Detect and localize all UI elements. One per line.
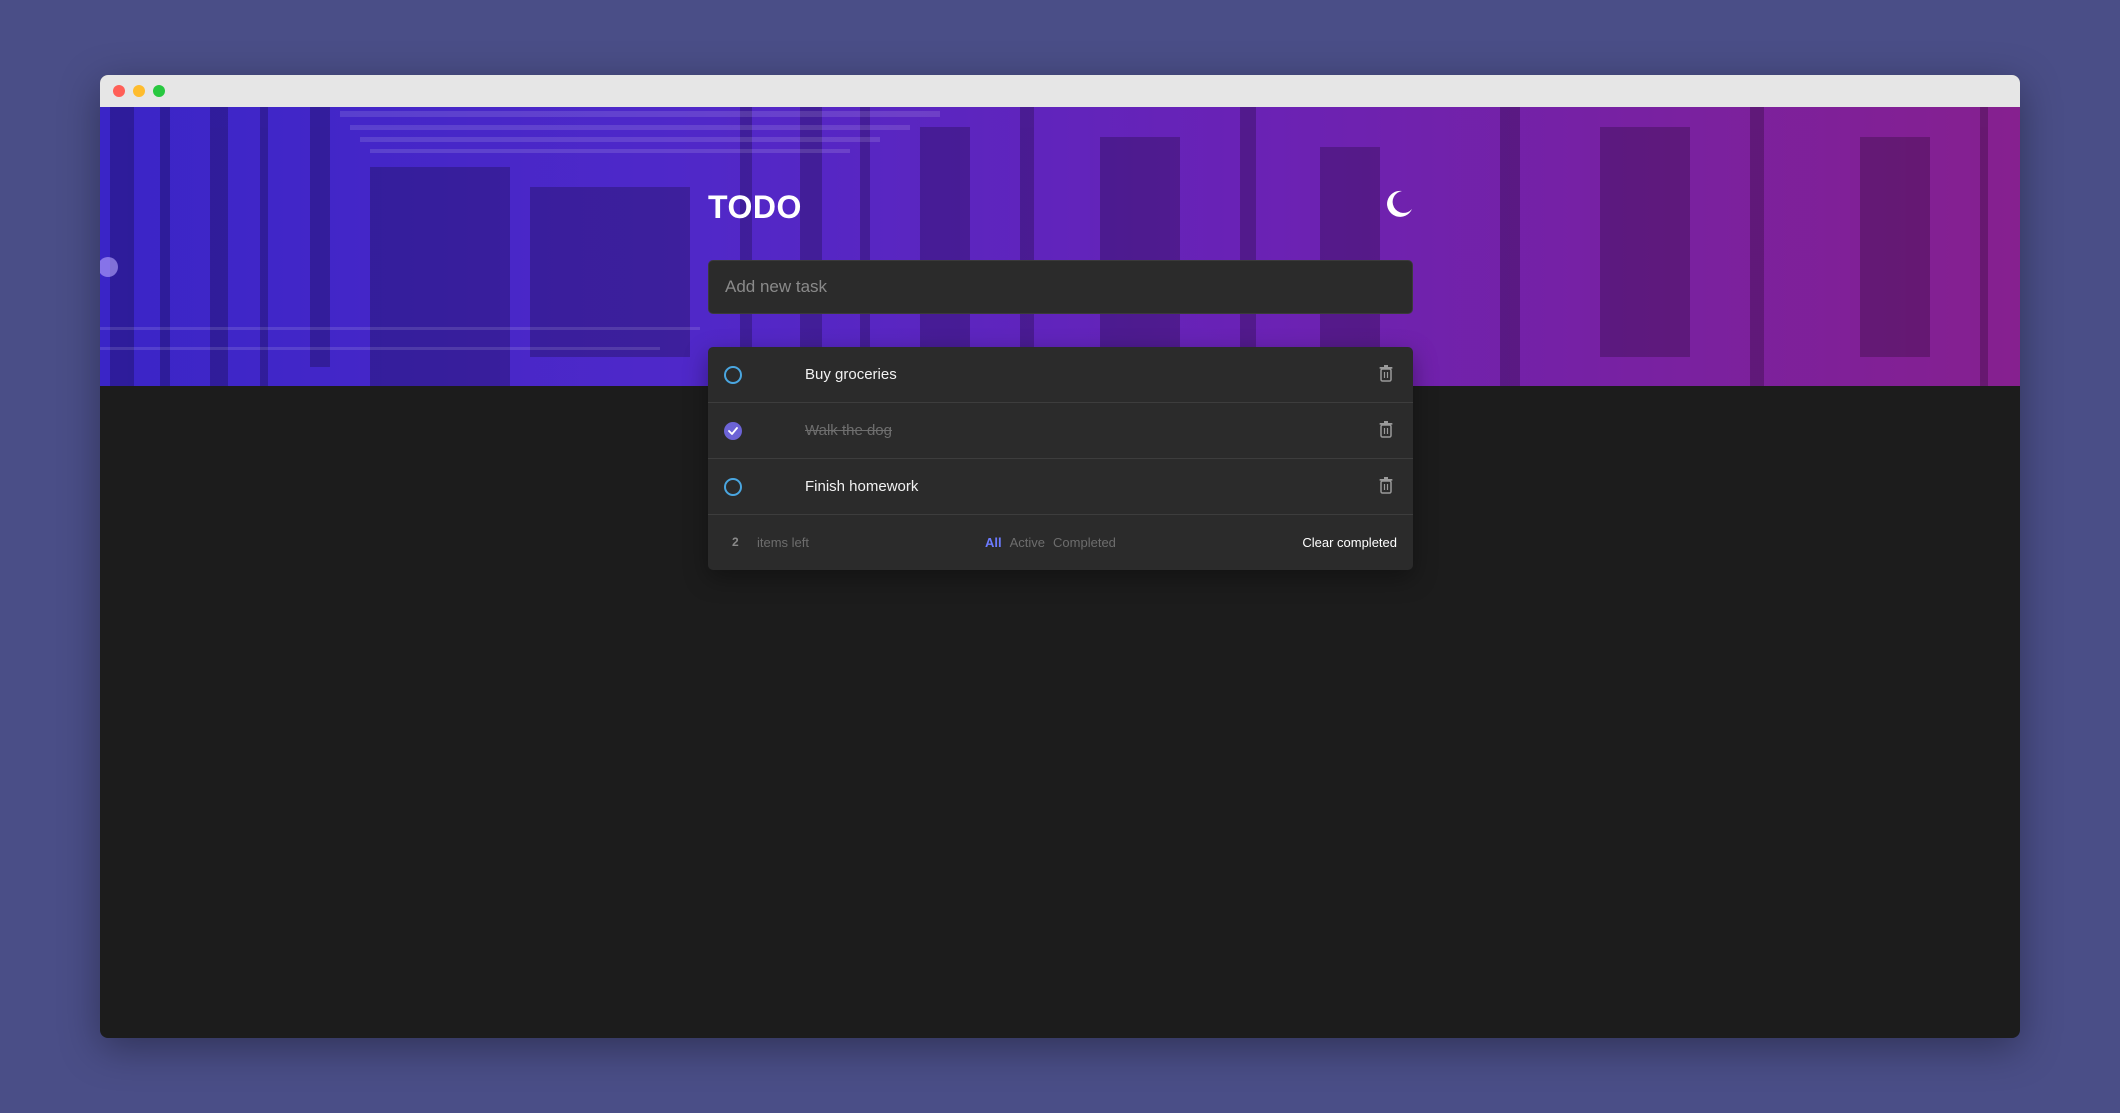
filter-active[interactable]: Active xyxy=(1010,535,1045,550)
maximize-window-button[interactable] xyxy=(153,85,165,97)
todo-text: Walk the dog xyxy=(805,422,892,439)
todo-item: Finish homework xyxy=(708,459,1413,515)
filter-tabs: All Active Completed xyxy=(985,535,1116,550)
todo-list: Buy groceries Walk the dog Finish homewo… xyxy=(708,347,1413,570)
trash-icon[interactable] xyxy=(1377,364,1395,384)
items-left-count: 2 xyxy=(732,535,739,549)
minimize-window-button[interactable] xyxy=(133,85,145,97)
new-task-input[interactable] xyxy=(708,260,1413,314)
todo-checkbox[interactable] xyxy=(724,366,742,384)
todo-item: Walk the dog xyxy=(708,403,1413,459)
app-window: TODO Buy groceries Walk the dog xyxy=(100,75,2020,1038)
todo-text: Buy groceries xyxy=(805,366,897,383)
checkmark-icon xyxy=(728,427,738,435)
trash-icon[interactable] xyxy=(1377,476,1395,496)
todo-text: Finish homework xyxy=(805,478,919,495)
clear-completed-button[interactable]: Clear completed xyxy=(1302,535,1397,550)
filter-completed[interactable]: Completed xyxy=(1053,535,1116,550)
todo-checkbox[interactable] xyxy=(724,478,742,496)
moon-icon[interactable] xyxy=(1381,187,1415,221)
header-banner: TODO xyxy=(100,107,2020,386)
items-left-label: items left xyxy=(757,535,810,550)
close-window-button[interactable] xyxy=(113,85,125,97)
trash-icon[interactable] xyxy=(1377,420,1395,440)
filter-all[interactable]: All xyxy=(985,535,1002,550)
window-titlebar xyxy=(100,75,2020,107)
banner-background-image xyxy=(100,107,1988,386)
todo-item: Buy groceries xyxy=(708,347,1413,403)
todo-footer: 2 items left All Active Completed Clear … xyxy=(708,515,1413,570)
todo-checkbox-checked[interactable] xyxy=(724,422,742,440)
app-title: TODO xyxy=(708,189,802,225)
